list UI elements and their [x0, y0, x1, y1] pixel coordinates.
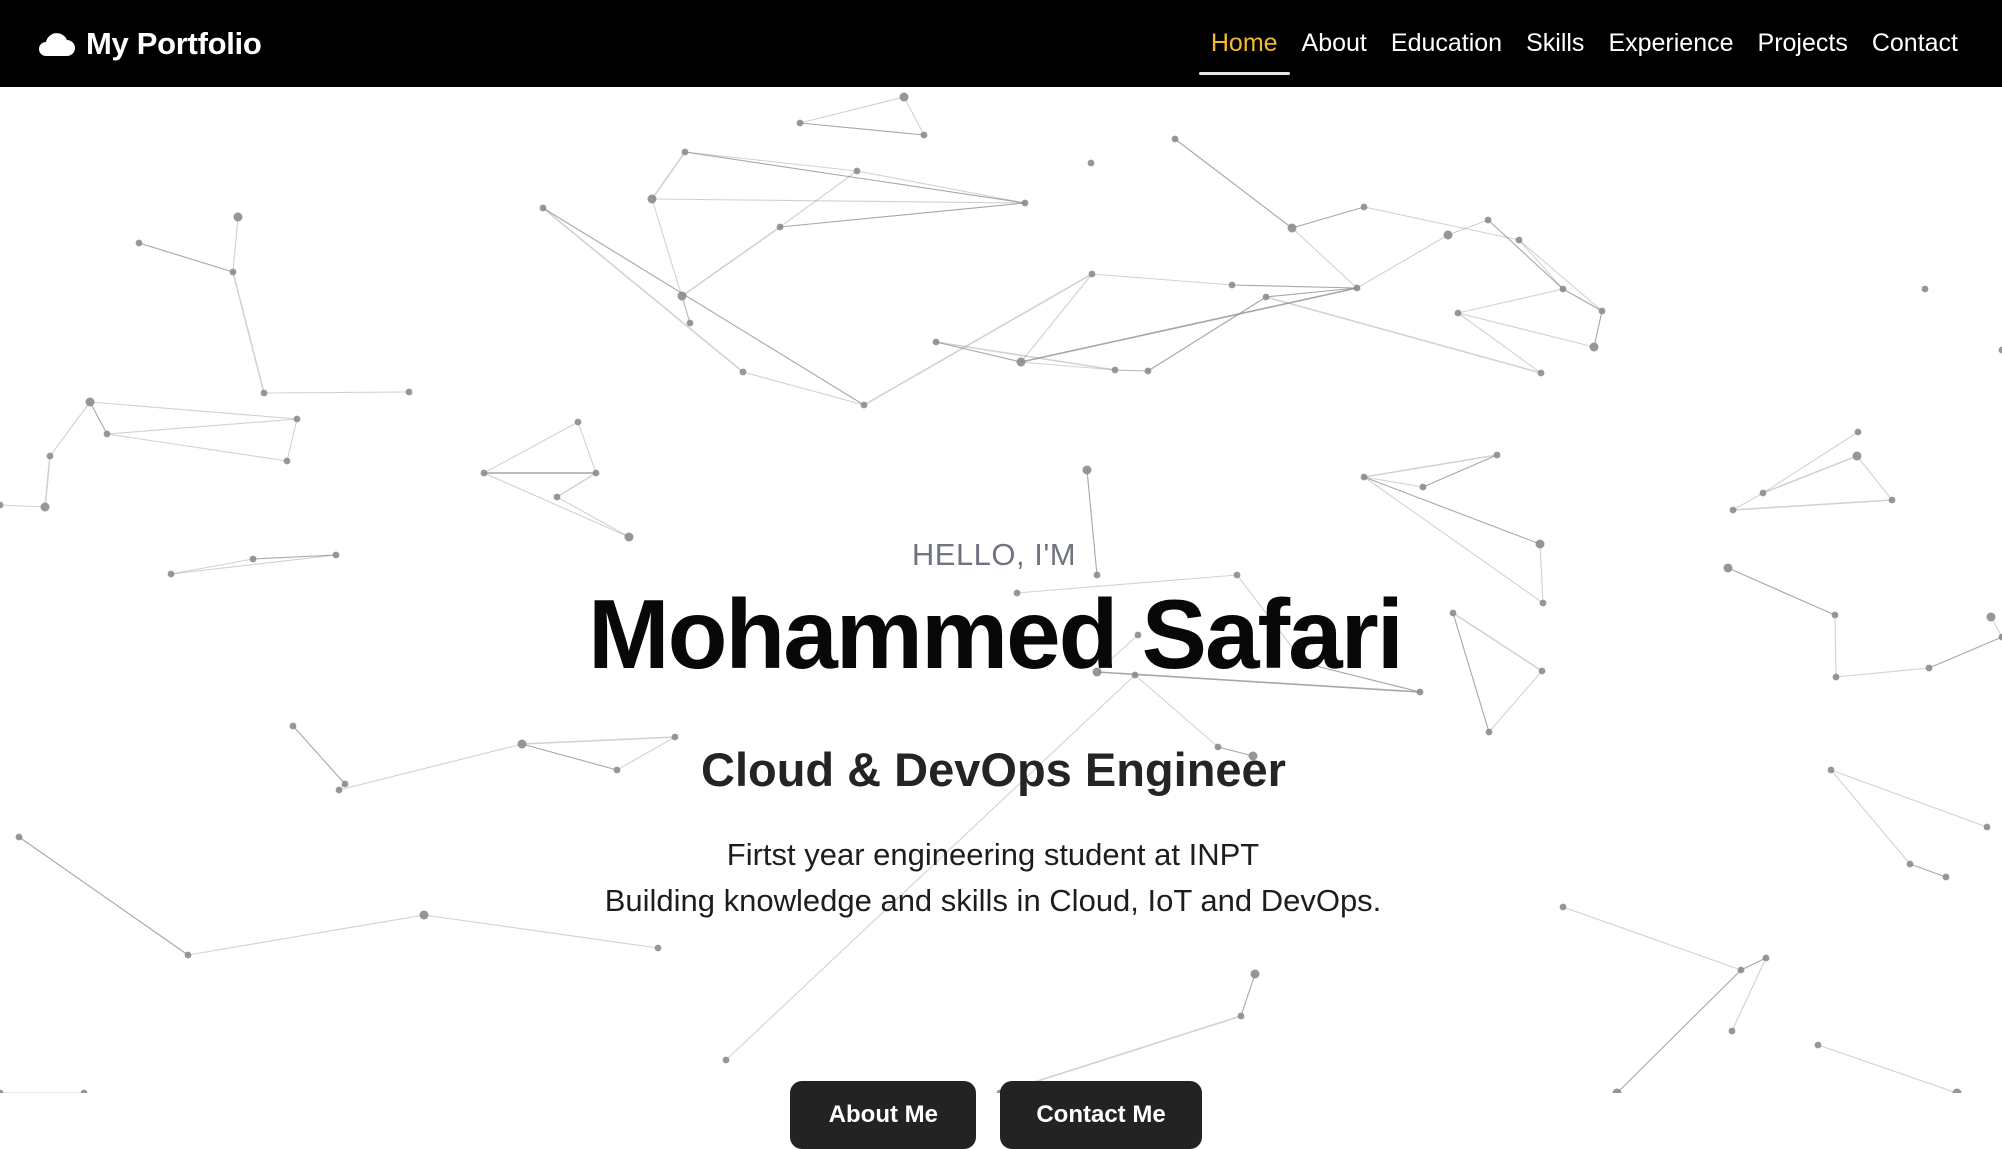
nav-item-skills[interactable]: Skills [1514, 0, 1596, 87]
hero-description-line: Firtst year engineering student at INPT [726, 837, 1260, 872]
nav-item-contact[interactable]: Contact [1860, 0, 1970, 87]
nav-item-home[interactable]: Home [1198, 0, 1290, 87]
brand[interactable]: My Portfolio [36, 26, 262, 62]
top-navbar: My Portfolio Home About Education Skills… [0, 0, 2002, 87]
hero-name: Mohammed Safari [587, 579, 1404, 689]
cloud-icon [39, 32, 75, 56]
nav-item-projects[interactable]: Projects [1746, 0, 1860, 87]
hero-actions: About Me Contact Me [0, 1081, 2002, 1149]
contact-me-button[interactable]: Contact Me [1000, 1081, 1202, 1149]
hero-description: Firtst year engineering student at INPT … [0, 832, 2002, 924]
hero-description-line: Building knowledge and skills in Cloud, … [604, 883, 1382, 918]
hero-section: HELLO, I'M Mohammed Safari Cloud & DevOp… [0, 87, 2002, 1149]
main-nav: Home About Education Skills Experience P… [1198, 0, 1970, 87]
nav-item-education[interactable]: Education [1379, 0, 1514, 87]
hero-greeting: HELLO, I'M [911, 537, 1077, 572]
nav-item-experience[interactable]: Experience [1596, 0, 1745, 87]
about-me-button[interactable]: About Me [790, 1081, 977, 1149]
nav-item-about[interactable]: About [1290, 0, 1379, 87]
brand-label: My Portfolio [86, 25, 262, 61]
hero-role: Cloud & DevOps Engineer [701, 743, 1286, 796]
